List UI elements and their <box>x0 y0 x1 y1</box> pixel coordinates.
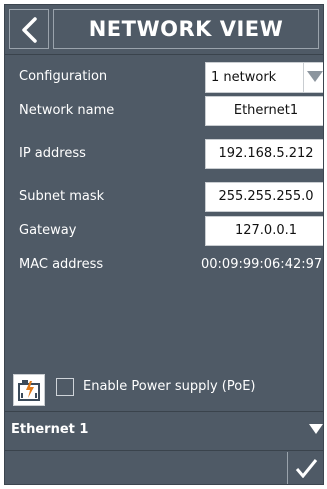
ip-address-label: IP address <box>19 146 86 161</box>
configuration-dropdown-button[interactable] <box>303 63 323 92</box>
network-view-screen: NETWORK VIEW Configuration 1 network Net… <box>4 4 324 485</box>
checkmark-icon <box>295 459 318 478</box>
subnet-mask-field[interactable]: 255.255.255.0 <box>205 182 323 212</box>
mac-address-label: MAC address <box>19 257 104 272</box>
subnet-mask-label: Subnet mask <box>19 189 105 204</box>
network-name-field[interactable]: Ethernet1 <box>205 96 323 126</box>
configuration-value: 1 network <box>211 70 277 85</box>
poe-checkbox[interactable] <box>56 378 74 396</box>
configuration-select[interactable]: 1 network <box>205 62 323 93</box>
divider <box>5 450 323 451</box>
mac-address-value: 00:09:99:06:42:97 <box>201 257 323 272</box>
power-supply-icon <box>13 374 45 406</box>
ip-address-field[interactable]: 192.168.5.212 <box>205 139 323 169</box>
header: NETWORK VIEW <box>5 5 323 55</box>
configuration-label: Configuration <box>19 69 108 84</box>
triangle-down-icon <box>309 424 323 434</box>
triangle-down-icon <box>307 71 323 82</box>
network-name-label: Network name <box>19 103 115 118</box>
page-title: NETWORK VIEW <box>53 9 319 49</box>
gateway-field[interactable]: 127.0.0.1 <box>205 216 323 246</box>
poe-label: Enable Power supply (PoE) <box>83 379 256 394</box>
interface-label: Ethernet 1 <box>11 422 89 437</box>
gateway-label: Gateway <box>19 223 77 238</box>
confirm-button[interactable] <box>287 452 323 484</box>
interface-selector[interactable]: Ethernet 1 <box>5 412 323 450</box>
back-button[interactable] <box>9 9 49 49</box>
chevron-left-icon <box>22 17 37 43</box>
